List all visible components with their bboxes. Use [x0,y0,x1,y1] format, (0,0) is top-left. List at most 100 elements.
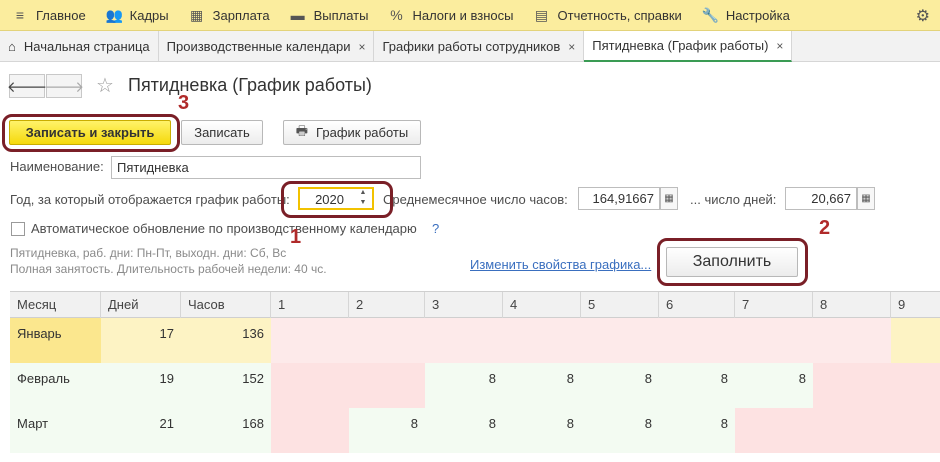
day-cell[interactable] [659,318,735,363]
favorite-star-icon[interactable]: ☆ [96,73,114,98]
change-properties-link[interactable]: Изменить свойства графика... [470,257,651,272]
day-cell[interactable]: 8 [503,363,581,408]
menu-main[interactable]: ≡ Главное [0,0,94,31]
day-cell[interactable]: 8 [503,408,581,453]
grid-header-cell: 8 [813,292,891,318]
month-cell[interactable]: Март [10,408,101,453]
day-cell[interactable]: 8 [425,363,503,408]
tab-0[interactable]: ⌂ Начальная страница [0,31,159,62]
gear-icon[interactable]: ⚙ [916,6,930,26]
month-cell[interactable]: Февраль [10,363,101,408]
annotation-ring-year [281,181,393,218]
grid-header-cell: 9 [891,292,940,318]
menu-salary-label: Зарплата [212,7,270,23]
days-field[interactable]: 20,667 [785,187,857,210]
menu-settings[interactable]: 🔧 Настройка [690,0,798,31]
tab-2[interactable]: Графики работы сотрудников × [374,31,585,62]
auto-update-label: Автоматическое обновление по производств… [31,221,417,236]
hours-cell[interactable]: 136 [181,318,271,363]
home-icon: ⌂ [8,39,16,54]
schedule-button-label: График работы [316,125,409,140]
avg-hours-field[interactable]: 164,91667 [578,187,660,210]
day-cell[interactable]: 8 [735,363,813,408]
tab-label: Производственные календари [166,39,351,54]
grid-header-cell: 3 [425,292,503,318]
day-cell[interactable] [581,318,659,363]
menu-main-label: Главное [36,7,86,23]
menu-staff-label: Кадры [129,7,169,23]
annotation-number-1: 1 [290,226,302,248]
day-cell[interactable] [735,318,813,363]
month-cell[interactable]: Январь [10,318,101,363]
help-icon[interactable]: ? [432,221,439,236]
menu-staff[interactable]: 👥 Кадры [94,0,177,31]
grid-header-cell: 1 [271,292,349,318]
day-cell[interactable] [271,363,349,408]
days-cell[interactable]: 17 [101,318,181,363]
day-cell[interactable]: 8 [349,408,425,453]
table-row[interactable]: Февраль 19 152 8 8 8 8 8 [10,363,940,408]
day-cell[interactable] [271,408,349,453]
day-cell[interactable] [813,408,891,453]
close-icon[interactable]: × [358,40,365,54]
schedule-info-line1: Пятидневка, раб. дни: Пн-Пт, выходн. дни… [10,246,287,260]
schedule-button[interactable]: 🖶 График работы [283,120,421,145]
grid-header-cell: 6 [659,292,735,318]
day-cell[interactable] [891,363,940,408]
grid-header-cell: Дней [101,292,181,318]
auto-update-checkbox[interactable] [11,222,25,236]
day-cell[interactable] [425,318,503,363]
calculator-icon[interactable]: ▦ [660,187,678,210]
table-row[interactable]: Март 21 168 8 8 8 8 8 [10,408,940,453]
grid-header-cell: Месяц [10,292,101,318]
annotation-number-2: 2 [819,217,831,239]
forward-button[interactable]: 🡒 [43,74,85,98]
days-cell[interactable]: 21 [101,408,181,453]
day-cell[interactable]: 8 [659,363,735,408]
menu-reports-icon: ▤ [534,6,549,23]
tab-3[interactable]: Пятидневка (График работы) × [584,31,793,62]
table-row[interactable]: Январь 17 136 [10,318,940,363]
grid-header-cell: 2 [349,292,425,318]
day-cell[interactable] [349,318,425,363]
day-cell[interactable]: 8 [425,408,503,453]
menu-salary[interactable]: ▦ Зарплата [177,0,278,31]
day-cell[interactable]: 8 [659,408,735,453]
page-title: Пятидневка (График работы) [128,75,372,95]
back-button[interactable]: 🡐 [6,74,48,98]
day-cell[interactable] [735,408,813,453]
menu-payments-label: Выплаты [313,7,369,23]
tab-label: Графики работы сотрудников [382,39,561,54]
close-icon[interactable]: × [776,39,783,53]
day-cell[interactable] [349,363,425,408]
day-cell[interactable] [891,408,940,453]
printer-icon: 🖶 [295,122,309,138]
arrow-right-icon: 🡒 [43,78,85,96]
menu-staff-icon: 👥 [105,6,124,23]
save-button[interactable]: Записать [181,120,263,145]
arrow-left-icon: 🡐 [6,78,48,96]
day-cell[interactable] [271,318,349,363]
hours-cell[interactable]: 168 [181,408,271,453]
name-field[interactable]: Пятидневка [111,156,421,179]
hours-cell[interactable]: 152 [181,363,271,408]
menu-taxes[interactable]: % Налоги и взносы [376,0,521,31]
tab-bar: ⌂ Начальная страница Производственные кале… [0,31,940,62]
menu-reports[interactable]: ▤ Отчетность, справки [522,0,690,31]
menu-taxes-label: Налоги и взносы [412,7,514,23]
day-cell[interactable]: 8 [581,363,659,408]
schedule-info-line2: Полная занятость. Длительность рабочей н… [10,262,327,276]
day-cell[interactable] [891,318,940,363]
close-icon[interactable]: × [568,40,575,54]
tab-1[interactable]: Производственные календари × [159,31,375,62]
day-cell[interactable] [503,318,581,363]
days-cell[interactable]: 19 [101,363,181,408]
top-menu: ≡ Главное 👥 Кадры ▦ Зарплата ▬ Выплаты% Налоги и… [0,0,940,31]
day-cell[interactable] [813,363,891,408]
calculator-icon[interactable]: ▦ [857,187,875,210]
year-label: Год, за который отображается график рабо… [10,192,290,207]
day-cell[interactable] [813,318,891,363]
menu-payments[interactable]: ▬ Выплаты [278,0,377,31]
avg-hours-label: Среднемесячное число часов: [383,192,568,207]
day-cell[interactable]: 8 [581,408,659,453]
